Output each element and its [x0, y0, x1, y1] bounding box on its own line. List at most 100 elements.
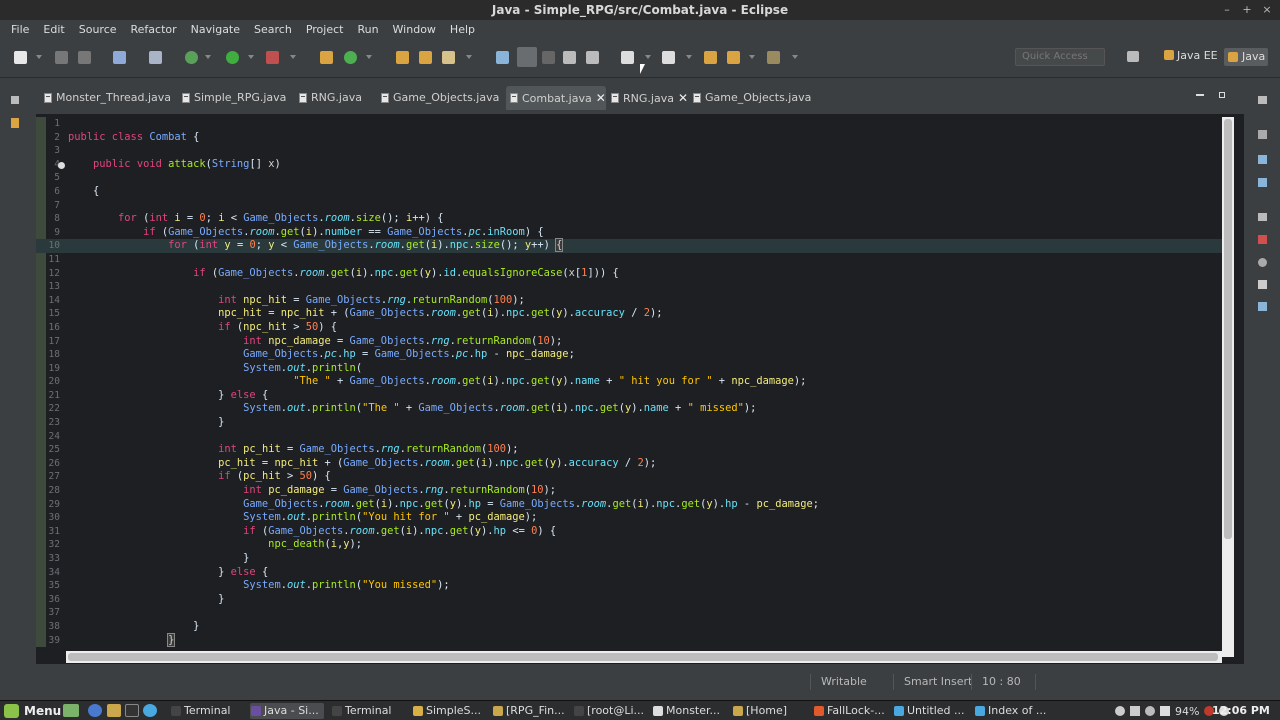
show-desktop-icon[interactable]	[63, 704, 79, 717]
code-line[interactable]: 36 }	[36, 593, 1222, 607]
previous-annotation-icon[interactable]	[662, 51, 675, 64]
save-all-icon[interactable]	[78, 51, 91, 64]
menu-window[interactable]: Window	[386, 23, 443, 36]
chrome-launcher-icon[interactable]	[143, 704, 157, 717]
tab-close-icon[interactable]: ✕	[596, 91, 606, 105]
code-line[interactable]: 26 pc_hit = npc_hit + (Game_Objects.room…	[36, 457, 1222, 471]
forward-arrow-icon[interactable]	[767, 51, 780, 64]
highlight-toggle-icon[interactable]	[517, 47, 537, 67]
menu-run[interactable]: Run	[350, 23, 385, 36]
taskbar-item[interactable]: Terminal	[331, 703, 405, 719]
menu-source[interactable]: Source	[72, 23, 124, 36]
tab-simple-rpg[interactable]: Simple_RPG.java	[178, 86, 286, 110]
code-line[interactable]: 30 System.out.println("You hit for " + p…	[36, 511, 1222, 525]
declaration-icon[interactable]	[1258, 280, 1267, 289]
chevron-down-icon[interactable]	[205, 55, 211, 59]
code-line[interactable]: 31 if (Game_Objects.room.get(i).npc.get(…	[36, 525, 1222, 539]
network-icon[interactable]	[1115, 706, 1125, 716]
taskbar-item[interactable]: [root@Li...	[573, 703, 647, 719]
files-launcher-icon[interactable]	[107, 704, 121, 717]
tab-combat[interactable]: Combat.java ✕	[506, 86, 606, 110]
javadoc-icon[interactable]	[1258, 258, 1267, 267]
code-line[interactable]: 6 {	[36, 185, 1222, 199]
code-line[interactable]: 9 if (Game_Objects.room.get(i).number ==…	[36, 226, 1222, 240]
restore-icon[interactable]	[1258, 96, 1267, 104]
chevron-down-icon[interactable]	[686, 55, 692, 59]
tab-rng[interactable]: RNG.java	[295, 86, 362, 110]
start-menu-button[interactable]: Menu	[2, 703, 61, 719]
chevron-down-icon[interactable]	[466, 55, 472, 59]
skip-breakpoints-icon[interactable]	[149, 51, 162, 64]
outline-view-icon[interactable]	[1258, 178, 1267, 187]
code-line[interactable]: 11	[36, 253, 1222, 267]
restore-icon[interactable]	[1258, 213, 1267, 221]
perspective-java-ee[interactable]: Java EE	[1164, 49, 1218, 62]
package-explorer-icon[interactable]	[11, 118, 19, 128]
tab-close-icon[interactable]: ✕	[678, 91, 688, 105]
code-line[interactable]: 4 public void attack(String[] x)	[36, 158, 1222, 172]
code-area[interactable]: 12public class Combat {34 public void at…	[36, 117, 1222, 647]
next-annotation-icon[interactable]	[621, 51, 634, 64]
code-line[interactable]: 21 } else {	[36, 389, 1222, 403]
new-file-icon[interactable]	[14, 51, 27, 64]
fold-collapse-icon[interactable]	[58, 162, 65, 169]
search-icon[interactable]	[442, 51, 455, 64]
debug-icon[interactable]	[185, 51, 198, 64]
code-line[interactable]: 12 if (Game_Objects.room.get(i).npc.get(…	[36, 267, 1222, 281]
menu-refactor[interactable]: Refactor	[124, 23, 184, 36]
code-line[interactable]: 22 System.out.println("The " + Game_Obje…	[36, 402, 1222, 416]
new-java-project-icon[interactable]	[320, 51, 333, 64]
chevron-down-icon[interactable]	[248, 55, 254, 59]
code-line[interactable]: 33 }	[36, 552, 1222, 566]
code-line[interactable]: 8 for (int i = 0; i < Game_Objects.room.…	[36, 212, 1222, 226]
open-perspective-icon[interactable]	[1127, 51, 1139, 62]
maximize-editor-icon[interactable]	[1219, 92, 1225, 98]
code-line[interactable]: 14 int npc_hit = Game_Objects.rng.return…	[36, 294, 1222, 308]
chevron-down-icon[interactable]	[792, 55, 798, 59]
chevron-down-icon[interactable]	[749, 55, 755, 59]
tab-game-objects-2[interactable]: Game_Objects.java	[689, 86, 811, 110]
menu-help[interactable]: Help	[443, 23, 482, 36]
maximize-button[interactable]: +	[1240, 0, 1254, 20]
toggle-mark-occurrences-icon[interactable]	[496, 51, 509, 64]
last-edit-location-icon[interactable]	[704, 51, 717, 64]
tab-monster-thread[interactable]: Monster_Thread.java	[40, 86, 171, 110]
menu-file[interactable]: File	[4, 23, 36, 36]
code-line[interactable]: 5	[36, 171, 1222, 185]
code-line[interactable]: 13	[36, 280, 1222, 294]
menu-navigate[interactable]: Navigate	[184, 23, 247, 36]
problems-icon[interactable]	[1258, 235, 1267, 244]
back-arrow-icon[interactable]	[727, 51, 740, 64]
tab-rng-2[interactable]: RNG.java ✕	[607, 86, 688, 110]
open-task-icon[interactable]	[419, 51, 432, 64]
code-line[interactable]: 38 }	[36, 620, 1222, 634]
open-type-icon[interactable]	[396, 51, 409, 64]
code-line[interactable]: 32 npc_death(i,y);	[36, 538, 1222, 552]
code-line[interactable]: 16 if (npc_hit > 50) {	[36, 321, 1222, 335]
code-line[interactable]: 15 npc_hit = npc_hit + (Game_Objects.roo…	[36, 307, 1222, 321]
code-line[interactable]: 23 }	[36, 416, 1222, 430]
chevron-down-icon[interactable]	[36, 55, 42, 59]
tab-game-objects[interactable]: Game_Objects.java	[377, 86, 499, 110]
taskbar-item[interactable]: [Home]	[732, 703, 806, 719]
taskbar-item[interactable]: Index of ...	[974, 703, 1048, 719]
code-line[interactable]: 2 public class Combat {	[36, 131, 1222, 145]
block-selection-icon[interactable]	[563, 51, 576, 64]
close-button[interactable]: ×	[1260, 0, 1274, 20]
external-tools-icon[interactable]	[266, 51, 279, 64]
taskbar-item[interactable]: Java - Si...	[250, 703, 324, 719]
quick-access-input[interactable]: Quick Access	[1015, 48, 1105, 66]
code-line[interactable]: 24	[36, 430, 1222, 444]
minimize-button[interactable]: –	[1220, 0, 1234, 20]
code-line[interactable]: 19 System.out.println(	[36, 362, 1222, 376]
vertical-scrollbar[interactable]	[1222, 117, 1234, 657]
code-line[interactable]: 1	[36, 117, 1222, 131]
code-line[interactable]: 20 "The " + Game_Objects.room.get(i).npc…	[36, 375, 1222, 389]
menu-project[interactable]: Project	[299, 23, 351, 36]
perspective-java[interactable]: Java	[1224, 48, 1268, 66]
firefox-launcher-icon[interactable]	[88, 704, 102, 717]
code-line[interactable]: 27 if (pc_hit > 50) {	[36, 470, 1222, 484]
volume-icon[interactable]	[1130, 706, 1140, 716]
vertical-scrollbar-thumb[interactable]	[1224, 119, 1232, 539]
show-whitespace-icon[interactable]	[542, 51, 555, 64]
